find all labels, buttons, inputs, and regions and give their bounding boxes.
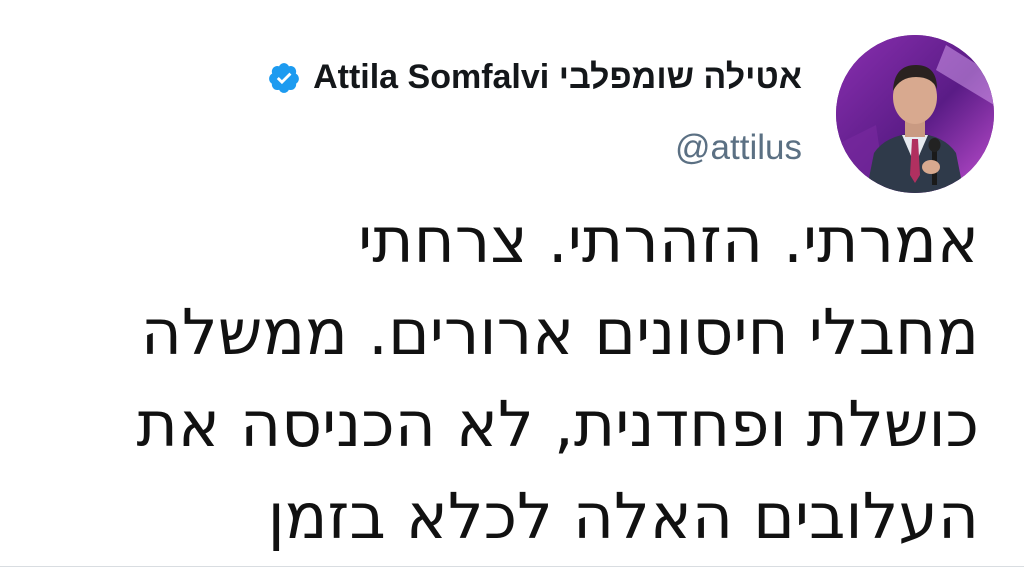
tweet-text: אמרתי. הזהרתי. צרחתי מחבלי חיסונים ארורי… <box>39 195 979 563</box>
avatar[interactable] <box>836 35 994 193</box>
tweet-text-line: אמרתי. הזהרתי. צרחתי <box>358 204 979 277</box>
verified-badge-icon <box>267 61 301 95</box>
profile-photo <box>836 35 994 193</box>
author-handle[interactable]: @attilus <box>675 128 802 168</box>
tweet-text-line: מחבלי חיסונים ארורים. ממשלה <box>140 296 979 369</box>
divider <box>0 566 1024 567</box>
tweet-text-line: כושלת ופחדנית, לא הכניסה את <box>136 388 979 461</box>
author-display-name[interactable]: אטילה שומפלבי Attila Somfalvi <box>313 58 802 97</box>
tweet-header: אטילה שומפלבי Attila Somfalvi @attilus <box>60 28 994 193</box>
tweet-card: אטילה שומפלבי Attila Somfalvi @attilus א… <box>0 0 1024 569</box>
tweet-text-line: העלובים האלה לכלא בזמן <box>267 480 979 553</box>
author-name-row[interactable]: אטילה שומפלבי Attila Somfalvi <box>267 58 802 97</box>
